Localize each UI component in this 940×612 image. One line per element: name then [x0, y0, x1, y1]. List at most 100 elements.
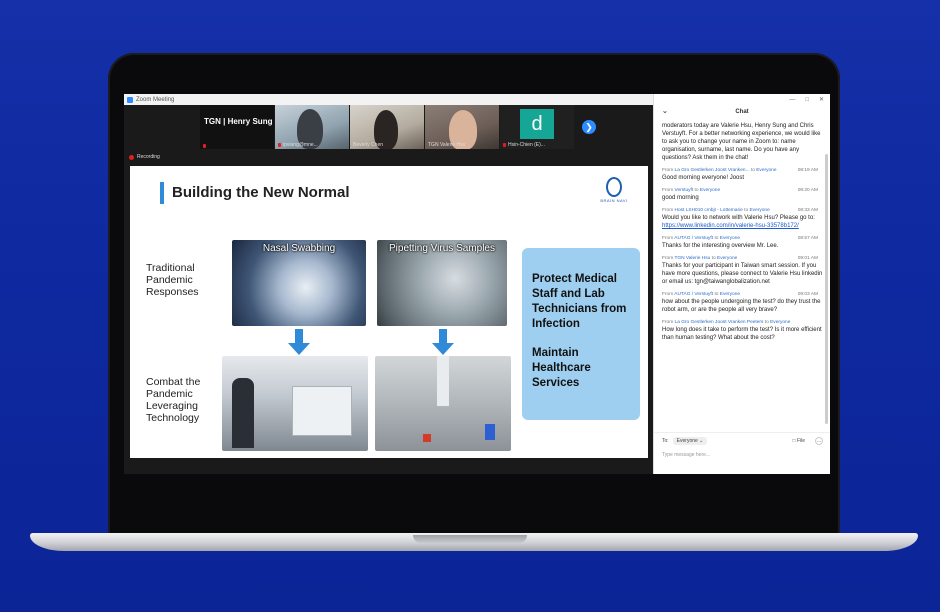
logo-text: BRAIN NAVI	[600, 198, 628, 203]
message-body: Thanks for your participant in Taiwan sm…	[662, 263, 823, 285]
video-tile-host[interactable]: TGN | Henry Sung	[200, 105, 274, 149]
row1-label: Traditional Pandemic Responses	[146, 262, 199, 298]
close-icon[interactable]: ✕	[819, 96, 824, 103]
robot-arm	[437, 356, 449, 406]
message-meta: From Host LSH010 cmbjt - Lottemarie to E…	[662, 208, 824, 213]
shared-slide: Building the New Normal BRAIN NAVI Tradi…	[130, 166, 648, 458]
chat-message: From Host LSH010 cmbjt - Lottemarie to E…	[662, 208, 824, 230]
message-meta: From Verstuyft to Everyone 08:20 AM	[662, 188, 824, 193]
chat-message: From AUTAG / Verstuyft to Everyone 09:03 …	[662, 292, 824, 314]
zoom-window: Zoom Meeting TGN | Henry Sung ipviang@mn…	[124, 94, 830, 474]
recording-dot-icon	[129, 154, 134, 160]
message-body: how about the people undergoing the test…	[662, 299, 821, 313]
zoom-logo-icon	[127, 96, 133, 103]
message-meta: From AUTAG / Verstuyft to Everyone 08:57 …	[662, 236, 824, 241]
message-sender: From Verstuyft to Everyone	[662, 188, 721, 193]
photo-caption: Nasal Swabbing	[262, 243, 336, 254]
participant-avatar: d	[520, 109, 554, 139]
chat-title: Chat	[735, 109, 749, 115]
chat-messages[interactable]: moderators today are Valerie Hsu, Henry …	[654, 121, 824, 427]
mic-muted-icon	[203, 144, 206, 148]
message-sender: From AUTAG / Verstuyft to Everyone	[662, 292, 741, 297]
minimize-icon[interactable]: —	[789, 97, 795, 103]
message-time: 09:03 AM	[797, 292, 818, 297]
chat-message: From AUTAG / Verstuyft to Everyone 08:57 …	[662, 236, 824, 250]
chat-message: From TGN Valerie Hsu to Everyone 09:01 AM…	[662, 256, 824, 286]
chevron-down-icon[interactable]: ⌄	[662, 105, 668, 119]
maximize-icon[interactable]: □	[805, 97, 809, 103]
recording-indicator: Recording	[129, 154, 160, 160]
message-body: Good morning everyone! Joost	[662, 175, 745, 181]
message-meta: From TGN Valerie Hsu to Everyone 09:01 AM	[662, 256, 824, 261]
chat-scrollbar[interactable]	[825, 154, 828, 424]
window-titlebar: Zoom Meeting	[124, 94, 653, 105]
window-title: Zoom Meeting	[136, 96, 175, 103]
video-tile-participant[interactable]: TGN Valerie Hsu	[425, 105, 499, 149]
message-time: 09:01 AM	[797, 256, 818, 261]
message-input[interactable]: Type message here...	[654, 449, 830, 461]
row2-label: Combat the Pandemic Leveraging Technolog…	[146, 376, 201, 424]
message-time: 08:57 AM	[797, 236, 818, 241]
chat-panel: — □ ✕ ⌄ Chat moderators today are Valeri…	[653, 94, 830, 474]
pipetting-photo: Pipetting Virus Samples	[377, 240, 507, 326]
mic-muted-icon	[278, 143, 281, 147]
chat-message: From Verstuyft to Everyone 08:20 AM good m…	[662, 188, 824, 202]
message-time: 08:19 AM	[797, 168, 818, 173]
video-strip: TGN | Henry Sung ipviang@mne... Beverly …	[124, 105, 653, 149]
recipient-select[interactable]: Everyone ⌄	[672, 437, 708, 445]
video-tile-participant[interactable]: Beverly Chen	[350, 105, 424, 149]
video-tile-participant[interactable]: ipviang@mne...	[275, 105, 349, 149]
message-body: moderators today are Valerie Hsu, Henry …	[662, 123, 821, 161]
file-button[interactable]: □ File	[793, 438, 805, 444]
robot-lab-photo	[222, 356, 368, 451]
more-icon[interactable]: …	[815, 437, 823, 445]
robot-arm-photo	[375, 356, 511, 451]
window-controls: — □ ✕	[654, 94, 830, 105]
participant-name: TGN Valerie Hsu	[428, 142, 466, 148]
message-sender: From La Gro Gestlerken Joost Vranken... …	[662, 168, 777, 173]
message-link[interactable]: https://www.linkedin.com/in/valerie-hsu-…	[662, 223, 799, 229]
benefits-box: Protect Medical Staff and Lab Technician…	[522, 248, 640, 420]
recording-label: Recording	[137, 154, 160, 160]
down-arrow-icon	[288, 329, 310, 355]
chat-header: ⌄ Chat	[654, 105, 830, 119]
chat-composer: To: Everyone ⌄ □ File … Type message her…	[654, 432, 830, 474]
message-sender: From AUTAG / Verstuyft to Everyone	[662, 236, 741, 241]
laptop-notch	[413, 535, 527, 543]
message-meta: From La Gro Gestlerken Joost Vranken... …	[662, 168, 824, 173]
message-time: 08:20 AM	[797, 188, 818, 193]
chat-message: From La Gro Gestlerken Joost Vranken... …	[662, 168, 824, 182]
sample-tube	[423, 434, 431, 442]
down-arrow-icon	[432, 329, 454, 355]
photo-caption: Pipetting Virus Samples	[389, 243, 495, 254]
chat-message: From La Gro Gestlerken Joost Vranken Pee…	[662, 320, 824, 342]
host-name-label: TGN | Henry Sung	[204, 117, 273, 126]
message-sender: From TGN Valerie Hsu to Everyone	[662, 256, 738, 261]
participant-name: Beverly Chen	[353, 142, 384, 148]
sample-tube	[485, 424, 495, 440]
next-page-icon[interactable]: ❯	[582, 120, 596, 134]
nasal-swab-photo: Nasal Swabbing	[232, 240, 366, 326]
message-sender: From La Gro Gestlerken Joost Vranken Pee…	[662, 320, 791, 325]
message-time: 08:33 AM	[797, 208, 818, 213]
benefit-maintain-text: Maintain Healthcare Services	[532, 347, 591, 389]
participant-name: ipviang@mne...	[283, 142, 318, 148]
message-meta: From La Gro Gestlerken Joost Vranken Pee…	[662, 320, 824, 325]
chat-message: moderators today are Valerie Hsu, Henry …	[662, 122, 824, 162]
message-body: Would you like to network with Valerie H…	[662, 215, 815, 229]
to-label: To:	[662, 438, 669, 444]
message-body: good morning	[662, 195, 699, 201]
title-accent-bar	[160, 182, 164, 204]
video-tile-participant[interactable]: d Hsin-Chien (E)...	[500, 105, 574, 149]
file-label: File	[796, 438, 805, 444]
message-meta: From AUTAG / Verstuyft to Everyone 09:03 …	[662, 292, 824, 297]
logo-mark-icon	[606, 177, 622, 197]
participant-name: Hsin-Chien (E)...	[508, 142, 545, 148]
mic-muted-icon	[503, 143, 506, 147]
message-sender: From Host LSH010 cmbjt - Lottemarie to E…	[662, 208, 770, 213]
robot-station	[292, 386, 352, 436]
message-body: How long does it take to perform the tes…	[662, 327, 822, 341]
slide-title: Building the New Normal	[172, 184, 350, 201]
operator-figure	[232, 378, 254, 448]
benefit-protect-text: Protect Medical Staff and Lab Technician…	[532, 273, 627, 330]
